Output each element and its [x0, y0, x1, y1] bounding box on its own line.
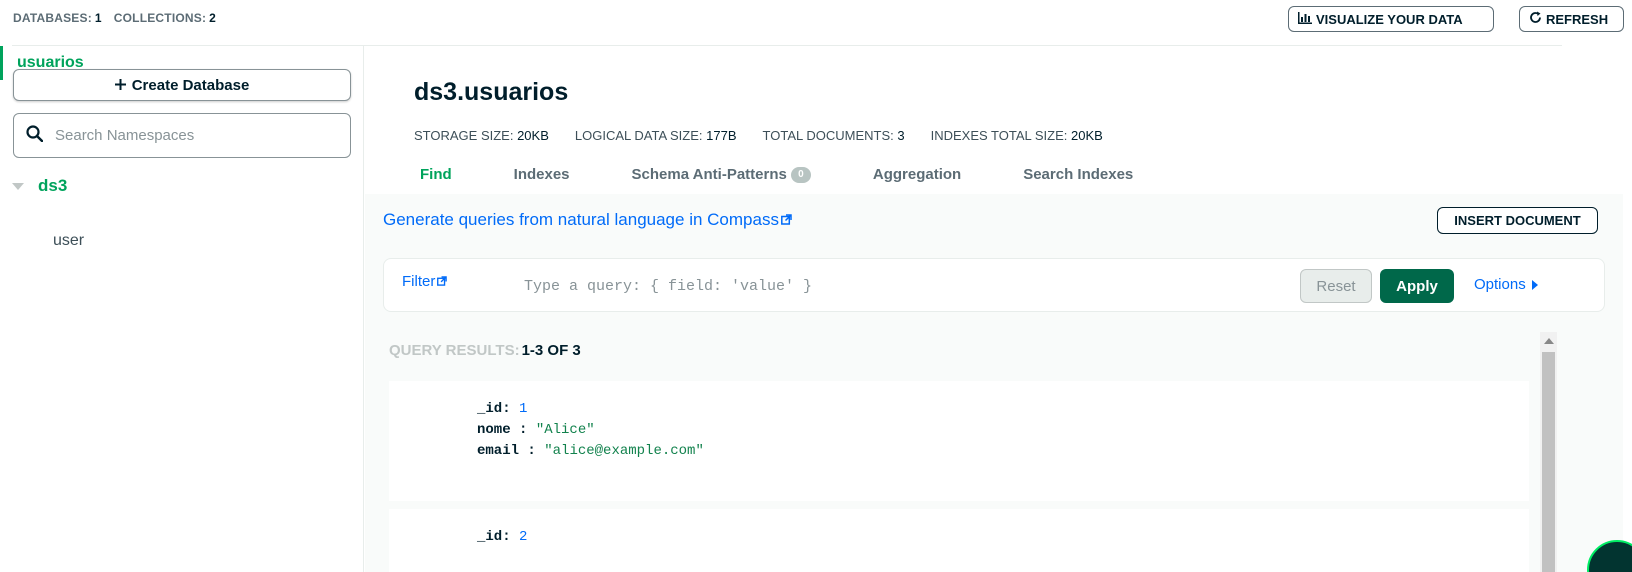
query-results-summary: QUERY RESULTS: 1-3 OF 3: [389, 342, 581, 359]
metric-logical-data-size: LOGICAL DATA SIZE: 177B: [574, 128, 737, 143]
caret-down-icon[interactable]: [12, 182, 24, 190]
collection-title: ds3.usuarios: [414, 78, 569, 106]
collections-count: 2: [209, 11, 217, 25]
refresh-icon: [1529, 11, 1542, 27]
caret-right-icon: [1531, 279, 1538, 290]
collection-item-user[interactable]: user: [53, 232, 84, 250]
main-content: ds3.usuarios STORAGE SIZE: 20KB LOGICAL …: [365, 46, 1632, 572]
document-card[interactable]: _id: 1 nome : "Alice" email : "alice@exa…: [389, 381, 1529, 501]
visualize-data-label: VISUALIZE YOUR DATA: [1316, 11, 1463, 27]
document-field-email: email : "alice@example.com": [477, 443, 704, 459]
refresh-label: REFRESH: [1546, 11, 1609, 27]
tab-aggregation[interactable]: Aggregation: [873, 166, 961, 183]
insert-document-button[interactable]: INSERT DOCUMENT: [1437, 207, 1598, 234]
document-field-nome: nome : "Alice": [477, 422, 595, 438]
metric-total-documents: TOTAL DOCUMENTS: 3: [762, 128, 905, 143]
search-namespaces-field[interactable]: Search Namespaces: [13, 113, 351, 158]
refresh-button[interactable]: REFRESH: [1519, 6, 1624, 32]
natural-language-link[interactable]: Generate queries from natural language i…: [383, 210, 792, 230]
database-name: ds3: [38, 176, 68, 195]
tab-indexes[interactable]: Indexes: [514, 166, 570, 183]
external-link-icon: [437, 273, 448, 290]
document-field-id: _id: 2: [477, 529, 528, 545]
query-results-range: 1-3 OF 3: [521, 342, 581, 359]
apply-button[interactable]: Apply: [1380, 269, 1454, 303]
metric-indexes-total-size: INDEXES TOTAL SIZE: 20KB: [930, 128, 1103, 143]
plus-icon: [114, 77, 126, 94]
options-toggle[interactable]: Options: [1474, 276, 1538, 293]
filter-bar: Filter Reset Apply Options: [383, 258, 1605, 312]
bar-chart-icon: [1298, 11, 1312, 27]
top-bar: DATABASES: 1 COLLECTIONS: 2 VISUALIZE YOUR …: [0, 0, 1632, 46]
search-icon: [26, 124, 44, 147]
databases-count: 1: [94, 11, 102, 25]
collections-label: COLLECTIONS:: [113, 11, 207, 25]
visualize-data-button[interactable]: VISUALIZE YOUR DATA: [1288, 6, 1494, 32]
tab-schema-anti-patterns[interactable]: Schema Anti-Patterns 0: [632, 166, 811, 184]
collection-tabs: Find Indexes Schema Anti-Patterns 0 Aggre…: [420, 166, 1133, 184]
document-card[interactable]: _id: 2: [389, 509, 1529, 572]
reset-button[interactable]: Reset: [1300, 269, 1372, 303]
create-database-button[interactable]: Create Database: [13, 69, 351, 101]
anti-patterns-badge: 0: [790, 167, 811, 184]
tab-search-indexes[interactable]: Search Indexes: [1023, 166, 1133, 183]
filter-link[interactable]: Filter: [402, 273, 448, 290]
database-item-ds3[interactable]: ds3: [12, 176, 67, 196]
metric-storage-size: STORAGE SIZE: 20KB: [414, 128, 549, 143]
collection-metrics: STORAGE SIZE: 20KB LOGICAL DATA SIZE: 17…: [414, 128, 1103, 143]
search-namespaces-placeholder: Search Namespaces: [55, 127, 195, 144]
document-field-id: _id: 1: [477, 401, 528, 417]
filter-query-input[interactable]: [524, 275, 1224, 297]
results-scrollbar[interactable]: [1540, 332, 1557, 572]
sidebar: Create Database Search Namespaces ds3 us…: [0, 46, 364, 572]
cluster-stats: DATABASES: 1 COLLECTIONS: 2: [13, 11, 216, 25]
scroll-up-arrow-icon[interactable]: [1544, 338, 1554, 344]
create-database-label: Create Database: [131, 76, 250, 94]
tab-find[interactable]: Find: [420, 166, 452, 183]
scrollbar-thumb[interactable]: [1542, 352, 1555, 572]
databases-label: DATABASES:: [13, 11, 92, 25]
find-panel: Generate queries from natural language i…: [365, 194, 1623, 572]
external-link-icon: [781, 210, 792, 230]
